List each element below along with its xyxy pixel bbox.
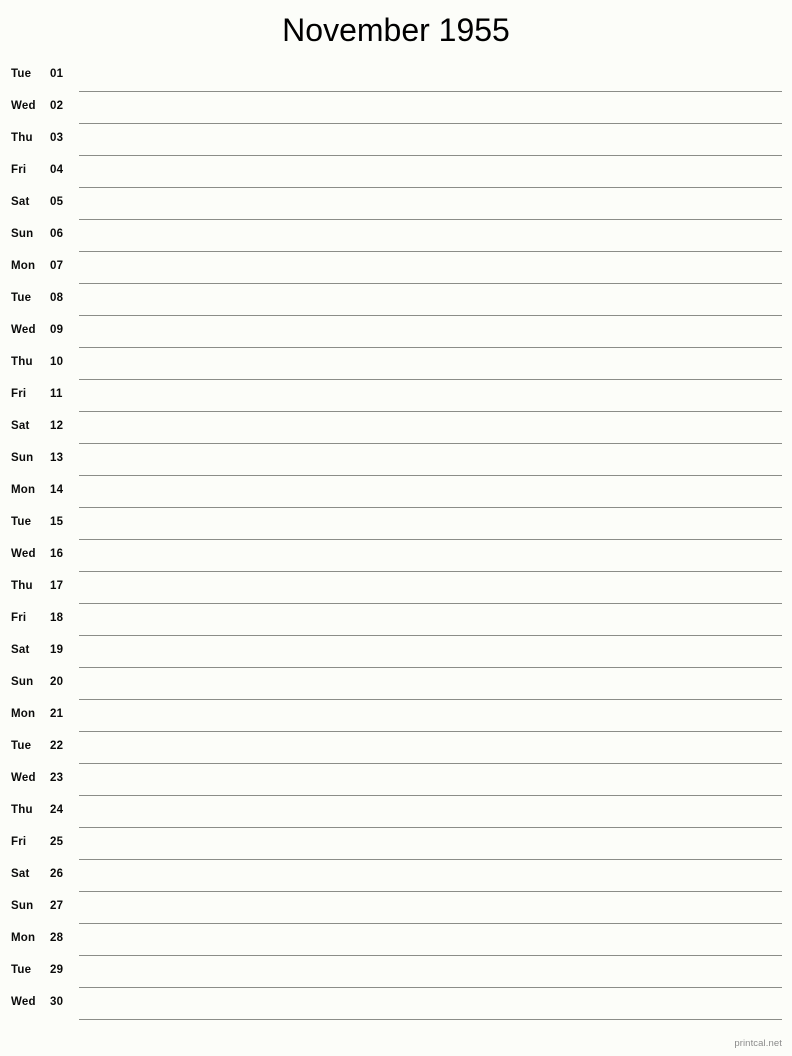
day-weekday-label: Mon: [11, 484, 36, 496]
day-number-label: 21: [50, 708, 64, 720]
day-number-label: 24: [50, 804, 64, 816]
day-number-label: 17: [50, 580, 64, 592]
footer-attribution: printcal.net: [734, 1038, 782, 1049]
day-weekday-label: Tue: [11, 964, 32, 976]
day-row[interactable]: Wed 23: [0, 764, 792, 796]
day-row[interactable]: Sun 27: [0, 892, 792, 924]
day-number-label: 14: [50, 484, 64, 496]
day-number-label: 19: [50, 644, 64, 656]
day-weekday-label: Thu: [11, 132, 33, 144]
day-row[interactable]: Sun 13: [0, 444, 792, 476]
day-weekday-label: Wed: [11, 548, 36, 560]
day-number-label: 27: [50, 900, 64, 912]
day-weekday-label: Wed: [11, 996, 36, 1008]
day-weekday-label: Mon: [11, 260, 36, 272]
day-number-label: 15: [50, 516, 64, 528]
page-title: November 1955: [282, 12, 510, 48]
day-weekday-label: Wed: [11, 100, 36, 112]
day-number-label: 20: [50, 676, 64, 688]
day-row[interactable]: Wed 02: [0, 92, 792, 124]
day-weekday-label: Sat: [11, 196, 30, 208]
day-weekday-label: Tue: [11, 68, 32, 80]
day-row[interactable]: Sun 06: [0, 220, 792, 252]
day-row[interactable]: Fri 04: [0, 156, 792, 188]
day-writing-rule[interactable]: [79, 1019, 782, 1020]
day-list: Tue 01 Wed 02 Thu 03 Fri 04 Sat 05 Sun 06 Mon 07 Tue 08…: [0, 60, 792, 1020]
day-number-label: 06: [50, 228, 64, 240]
day-row[interactable]: Tue 29: [0, 956, 792, 988]
day-row[interactable]: Fri 25: [0, 828, 792, 860]
day-weekday-label: Mon: [11, 932, 36, 944]
day-row[interactable]: Mon 21: [0, 700, 792, 732]
day-row[interactable]: Mon 28: [0, 924, 792, 956]
calendar-page: November 1955 Tue 01 Wed 02 Thu 03 Fri 04 Sat 05 S…: [0, 0, 792, 1056]
day-weekday-label: Sun: [11, 900, 34, 912]
day-number-label: 16: [50, 548, 64, 560]
day-weekday-label: Thu: [11, 356, 33, 368]
day-number-label: 08: [50, 292, 64, 304]
day-weekday-label: Sun: [11, 452, 34, 464]
day-number-label: 22: [50, 740, 64, 752]
day-weekday-label: Tue: [11, 516, 32, 528]
day-row[interactable]: Tue 15: [0, 508, 792, 540]
day-row[interactable]: Sat 19: [0, 636, 792, 668]
day-number-label: 07: [50, 260, 64, 272]
day-weekday-label: Fri: [11, 612, 27, 624]
day-weekday-label: Sun: [11, 228, 34, 240]
day-number-label: 18: [50, 612, 64, 624]
day-number-label: 12: [50, 420, 64, 432]
day-weekday-label: Tue: [11, 292, 32, 304]
day-row[interactable]: Thu 03: [0, 124, 792, 156]
day-row[interactable]: Thu 10: [0, 348, 792, 380]
day-weekday-label: Mon: [11, 708, 36, 720]
day-row[interactable]: Sat 12: [0, 412, 792, 444]
day-weekday-label: Fri: [11, 388, 27, 400]
day-weekday-label: Sun: [11, 676, 34, 688]
day-row[interactable]: Wed 09: [0, 316, 792, 348]
day-number-label: 01: [50, 68, 64, 80]
day-number-label: 26: [50, 868, 64, 880]
day-number-label: 23: [50, 772, 64, 784]
day-row[interactable]: Fri 11: [0, 380, 792, 412]
day-weekday-label: Sat: [11, 868, 30, 880]
day-row[interactable]: Sun 20: [0, 668, 792, 700]
day-row[interactable]: Mon 14: [0, 476, 792, 508]
day-row[interactable]: Thu 17: [0, 572, 792, 604]
day-number-label: 11: [50, 388, 63, 400]
day-weekday-label: Wed: [11, 772, 36, 784]
day-number-label: 04: [50, 164, 64, 176]
day-number-label: 30: [50, 996, 64, 1008]
day-row[interactable]: Tue 08: [0, 284, 792, 316]
day-weekday-label: Thu: [11, 804, 33, 816]
day-number-label: 13: [50, 452, 64, 464]
day-number-label: 05: [50, 196, 64, 208]
day-number-label: 09: [50, 324, 64, 336]
day-weekday-label: Thu: [11, 580, 33, 592]
day-row[interactable]: Wed 30: [0, 988, 792, 1020]
day-weekday-label: Wed: [11, 324, 36, 336]
day-number-label: 25: [50, 836, 64, 848]
day-weekday-label: Sat: [11, 644, 30, 656]
day-number-label: 03: [50, 132, 64, 144]
day-weekday-label: Tue: [11, 740, 32, 752]
day-weekday-label: Fri: [11, 164, 27, 176]
day-row[interactable]: Mon 07: [0, 252, 792, 284]
day-row[interactable]: Tue 01: [0, 60, 792, 92]
day-row[interactable]: Sat 26: [0, 860, 792, 892]
day-number-label: 02: [50, 100, 64, 112]
day-row[interactable]: Wed 16: [0, 540, 792, 572]
day-number-label: 10: [50, 356, 64, 368]
day-number-label: 29: [50, 964, 64, 976]
day-row[interactable]: Tue 22: [0, 732, 792, 764]
day-row[interactable]: Thu 24: [0, 796, 792, 828]
day-number-label: 28: [50, 932, 64, 944]
day-row[interactable]: Fri 18: [0, 604, 792, 636]
day-row[interactable]: Sat 05: [0, 188, 792, 220]
day-weekday-label: Fri: [11, 836, 27, 848]
day-weekday-label: Sat: [11, 420, 30, 432]
